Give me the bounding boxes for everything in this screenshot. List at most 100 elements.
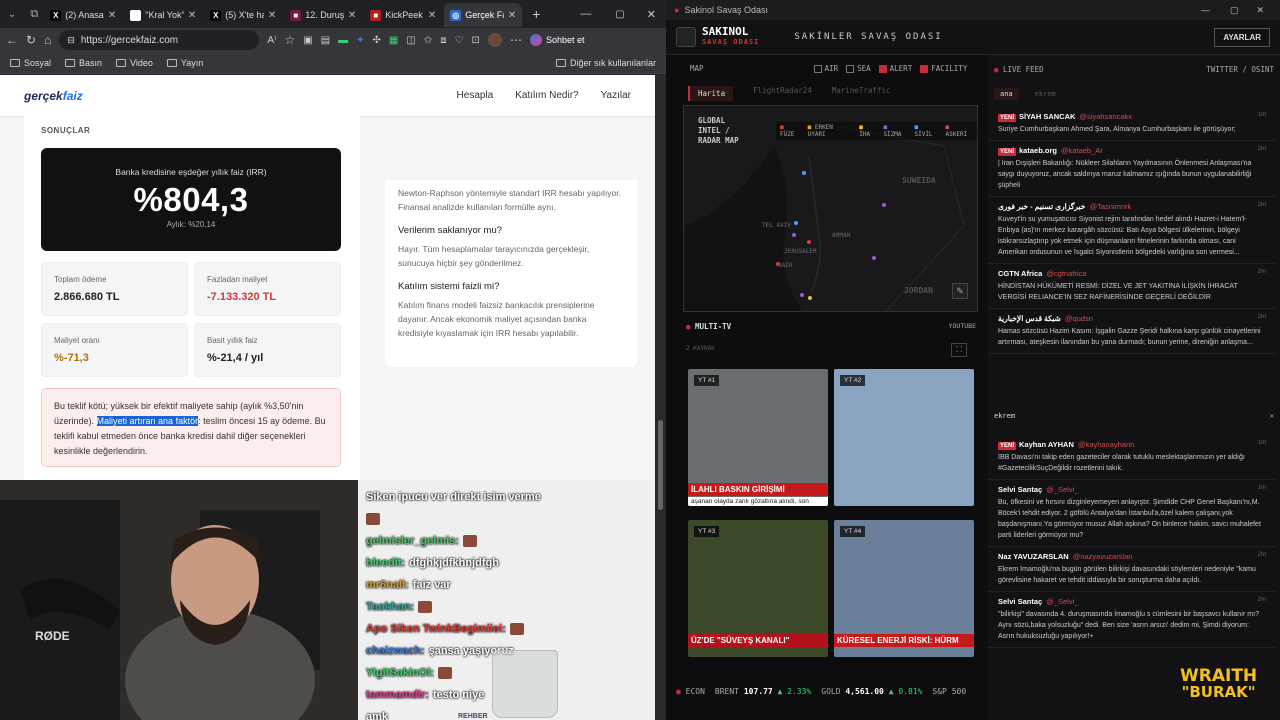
close-button[interactable]: ✕ [1248,5,1272,16]
page-scrollbar[interactable] [655,75,666,720]
feed-item[interactable]: YENİ Kayhan AYHAN @kayhanayhann 1m İBB Davas… [988,435,1276,480]
back-icon[interactable]: ← [6,33,18,47]
other-bookmarks[interactable]: Diğer sık kullanılanlar [555,58,656,68]
feed2-tab[interactable]: ekrem [994,412,1015,420]
browser-tab[interactable]: ■KickPeek - ✕ [364,3,442,27]
tab-favicon-icon: ■ [370,9,382,21]
bookmark-folder[interactable]: Yayın [166,58,203,68]
webcam-feed: RØDE [0,480,360,720]
extension-icon-6[interactable]: ▦ [389,35,398,46]
more-menu-icon[interactable]: ⋯ [510,33,522,47]
scrollbar-thumb[interactable] [658,420,663,510]
copilot-button[interactable]: Sohbet et [529,34,584,46]
site-nav-link[interactable]: Hesapla [457,90,494,101]
feed-text: Kuveyt'in su yumuşatıcısı Siyonist rejim… [998,216,1247,256]
tab-favicon-icon: ◎ [450,9,462,21]
feed-tab[interactable]: ekrem [1029,88,1062,100]
read-aloud-icon[interactable]: A⁾ [267,35,276,46]
checkbox-icon[interactable] [846,65,855,73]
feed-handle: @kataeb_Ar [1060,146,1103,155]
extension-icon-2[interactable]: ▤ [321,35,330,46]
favorite-star-icon[interactable]: ☆ [284,33,295,47]
split-screen-icon[interactable]: ◫ [406,35,415,46]
map-edit-button[interactable]: ✎ [952,283,968,299]
feed-item[interactable]: YENİ SİYAH SANCAK @siyahsancakx 1m Suriye Cu… [988,107,1276,141]
feed2-close-icon[interactable]: ✕ [1270,412,1274,420]
bookmark-folder[interactable]: Basın [65,58,102,68]
map-filter-sea[interactable]: SEA [846,64,871,73]
video-tile[interactable]: YT #1 İLAHLI BASKIN GİRİŞİMİ aşanan olayda… [688,369,828,506]
home-icon[interactable]: ⌂ [44,33,51,47]
map-legend: ■ FÜZE ■ ERKEN UYARI ■ İHA ■ SİZMA ■ SİVİL ■ … [776,122,977,140]
video-tile[interactable]: YT #3 ÜZ'DE "SÜVEYŞ KANALI" [688,520,828,657]
performance-icon[interactable]: ♡ [455,35,464,46]
extension-icon-3[interactable]: ▬ [338,35,348,46]
feed-tab[interactable]: ana [994,88,1019,100]
checkbox-icon[interactable] [813,65,822,73]
tab-close-icon[interactable]: ✕ [348,10,356,21]
checkbox-icon[interactable] [878,65,887,73]
new-tab-button[interactable]: + [522,6,550,22]
map-filter-facility[interactable]: FACILITY [920,64,967,73]
streamer-overlay: WRAITH "BURAK" [1180,668,1257,701]
map-tab[interactable]: MarineTraffic [832,86,891,101]
video-tile[interactable]: YT #4 KÜRESEL ENERJİ RİSKİ: HÜRM [834,520,974,657]
window-title: Sakinol Savaş Odası [684,5,768,15]
video-subcaption: aşanan olayda zanlı gözaltına alındı. so… [688,497,828,506]
feed-item[interactable]: شبكة قدس الإخبارية @qudsn 2m Hamas sözcüsü … [988,309,1276,354]
browser-tab[interactable]: X (5) X'te ha ✕ [204,3,282,27]
feed-item[interactable]: YENİ kataeb.org @kataeb_Ar 2m | İran Dışişle… [988,141,1276,197]
site-info-icon[interactable]: ⊟ [67,35,75,46]
video-tile[interactable]: YT #2 [834,369,974,506]
feed-item-header: CGTN Africa @cgtnafrica 2m [998,269,1266,278]
refresh-icon[interactable]: ↻ [26,33,36,47]
map-filter-air[interactable]: AIR [813,64,838,73]
feed-item[interactable]: Naz YAVUZARSLAN @nazyavuzarslan 2m Ekrem İm… [988,547,1276,592]
extension-icon-1[interactable]: ▣ [303,35,312,46]
checkbox-icon[interactable] [920,65,929,73]
close-window-button[interactable]: ✕ [637,8,666,21]
expand-tv-button[interactable]: ⛶ [951,343,967,357]
feed-author: CGTN Africa [998,269,1043,278]
tab-close-icon[interactable]: ✕ [428,10,436,21]
map-tab[interactable]: Harita [688,86,734,101]
site-logo[interactable]: gerçekfaiz [24,89,83,103]
radar-map[interactable]: GLOBAL INTEL / RADAR MAP ■ FÜZE ■ ERKEN U… [683,105,978,312]
feed-handle: @kayhanayhann [1077,440,1135,449]
minimize-button[interactable]: — [568,8,603,20]
avatar[interactable] [487,33,502,47]
favorites-icon[interactable]: ✩ [424,35,432,46]
feed-item[interactable]: CGTN Africa @cgtnafrica 2m HİNDİSTAN HÜKÜME… [988,264,1276,309]
maximize-button[interactable]: ▢ [603,9,636,20]
site-nav-link[interactable]: Yazılar [601,90,631,101]
browser-tab[interactable]: ■12. Duruşm ✕ [284,3,362,27]
chat-text: dfghkjdfkhnjdfgh [409,557,499,569]
workspaces-icon[interactable]: ⧉ [24,8,44,21]
maximize-button[interactable]: ▢ [1220,5,1249,16]
site-nav-link[interactable]: Katılım Nedir? [515,90,578,101]
tab-close-icon[interactable]: ✕ [188,10,196,21]
bookmark-folder[interactable]: Video [116,58,153,68]
tab-close-icon[interactable]: ✕ [508,10,516,21]
url-text[interactable]: https://gercekfaiz.com [81,35,178,46]
collections-icon[interactable]: ⧈ [440,35,446,46]
tab-close-icon[interactable]: ✕ [268,10,276,21]
extension-icon-5[interactable]: ✣ [373,35,381,46]
browser-tab[interactable]: X(2) Anasayfa ✕ [44,3,122,27]
settings-button[interactable]: AYARLAR [1214,27,1270,47]
map-filter-alert[interactable]: ALERT [878,64,912,73]
feed-item[interactable]: Selvi Santaç @_Selvi_ 1m Bu, öfkesini ve hı… [988,480,1276,547]
tab-actions-icon[interactable]: ⌄ [0,9,24,20]
address-bar[interactable]: ⊟ https://gercekfaiz.com [59,30,260,50]
extension-icon-4[interactable]: ✦ [356,35,364,46]
legend-dot-icon: ■ [807,124,815,131]
screenshot-icon[interactable]: ⊡ [472,35,480,46]
browser-tab[interactable]: ◎ Gerçek Fa ✕ [444,3,523,27]
feed-item[interactable]: Selvi Santaç @_Selvi_ 2m "bilirkişi" davası… [988,592,1276,648]
map-tab[interactable]: FlightRadar24 [753,86,812,101]
tab-close-icon[interactable]: ✕ [108,10,116,21]
bookmark-folder[interactable]: Sosyal [10,58,51,68]
minimize-button[interactable]: — [1191,5,1220,15]
browser-tab[interactable]: ■"Kral Yok" p ✕ [124,3,202,27]
feed-item[interactable]: خبرگزاری تسنیم - خبر فوری @Tasnimnrk 2m Kuv… [988,197,1276,264]
